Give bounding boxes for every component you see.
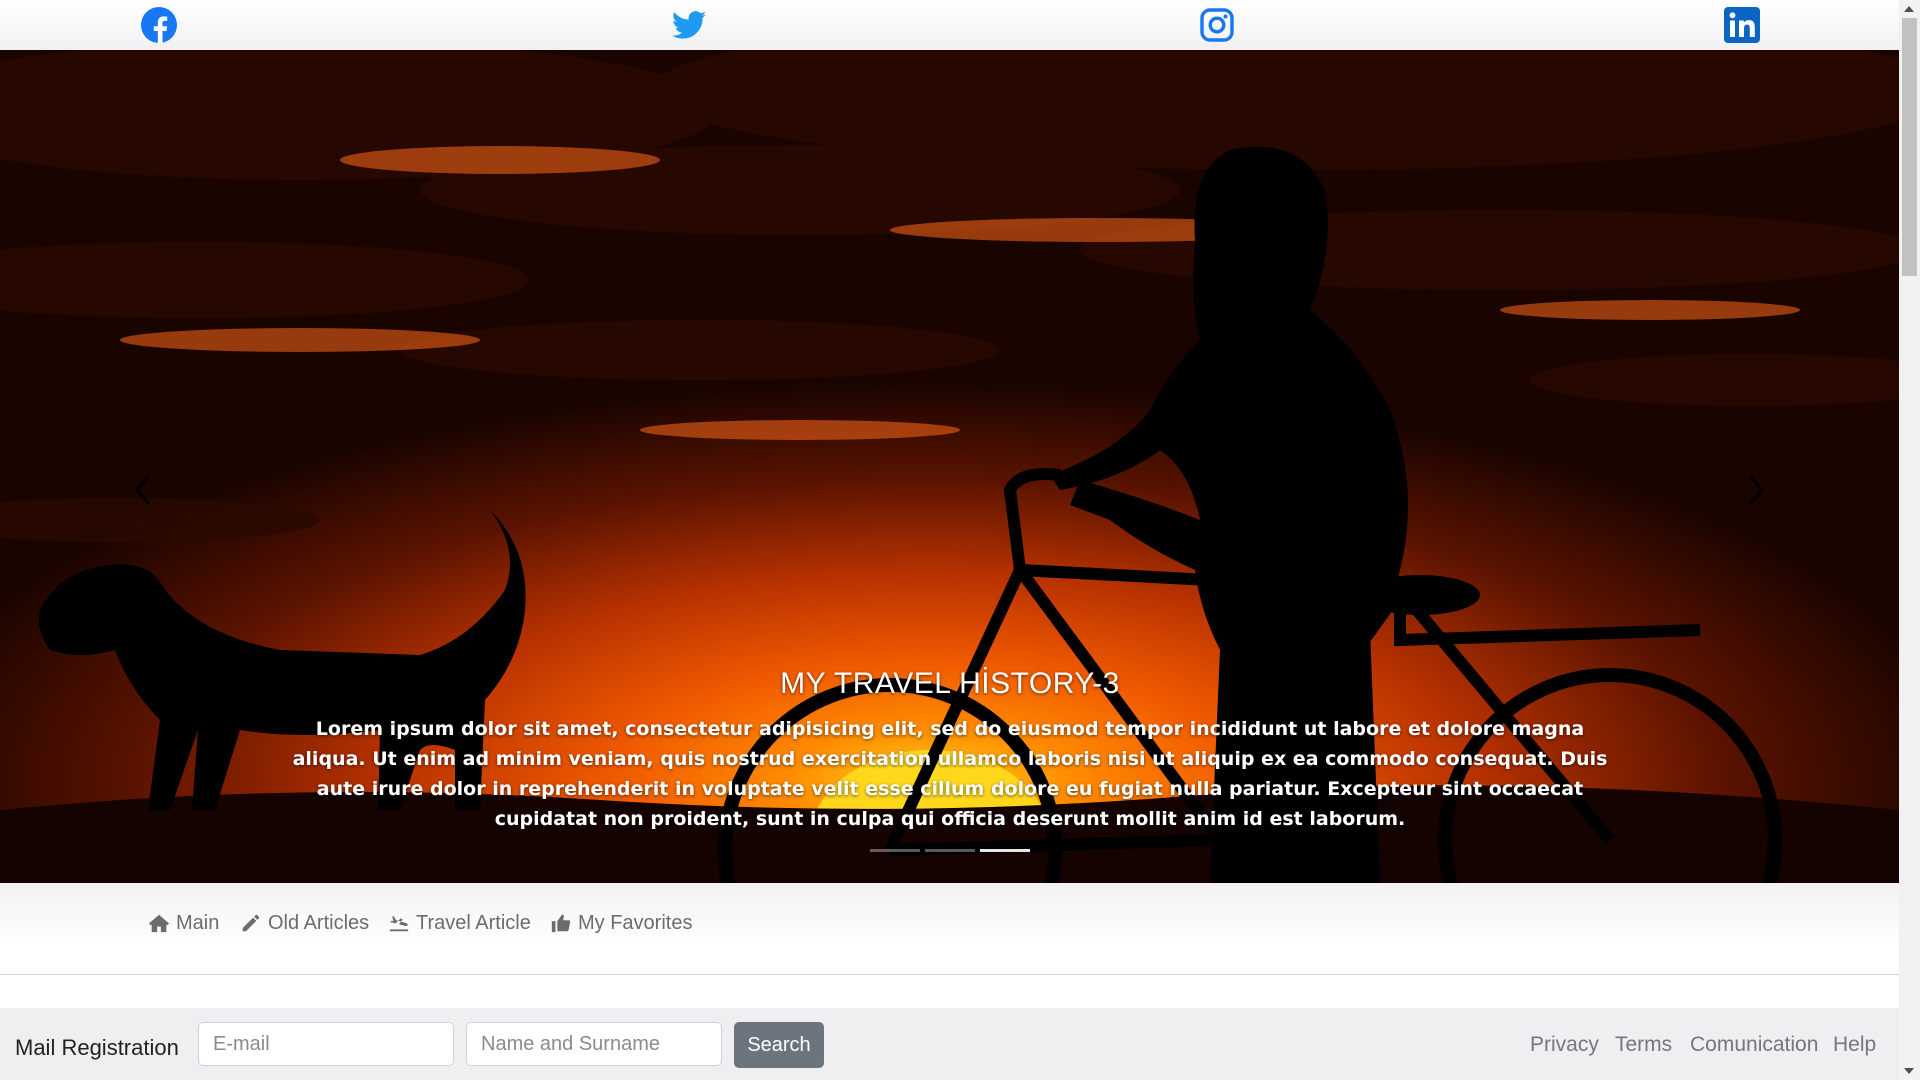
chevron-left-icon	[135, 475, 151, 505]
nav-item-label: Main	[176, 911, 220, 934]
footer: Mail Registration Search Privacy Terms C…	[0, 1008, 1899, 1080]
scroll-down-icon[interactable]	[1904, 1068, 1914, 1074]
carousel-prev-button[interactable]	[123, 460, 163, 520]
home-icon	[148, 914, 170, 933]
instagram-icon[interactable]	[1199, 7, 1235, 43]
search-button[interactable]: Search	[734, 1022, 824, 1068]
footer-link-terms[interactable]: Terms	[1615, 1033, 1672, 1057]
chevron-right-icon	[1748, 475, 1764, 505]
email-field[interactable]	[198, 1022, 454, 1066]
footer-link-comunication[interactable]: Comunication	[1690, 1033, 1818, 1057]
scroll-up-icon[interactable]	[1904, 6, 1914, 12]
nav-item-main[interactable]: Main	[148, 907, 219, 939]
nav-item-label: Travel Article	[416, 911, 531, 934]
carousel-indicators	[870, 845, 1030, 855]
social-bar	[0, 0, 1899, 51]
facebook-icon[interactable]	[141, 7, 177, 43]
nav-item-label: My Favorites	[578, 911, 693, 934]
nav-item-label: Old Articles	[268, 911, 370, 934]
name-surname-field[interactable]	[466, 1022, 722, 1066]
mail-registration-label: Mail Registration	[15, 1035, 179, 1060]
nav-item-old-articles[interactable]: Old Articles	[240, 907, 369, 939]
carousel-indicator-1[interactable]	[870, 849, 920, 852]
thumbs-up-icon	[551, 914, 571, 933]
linkedin-icon[interactable]	[1724, 7, 1760, 43]
hero-carousel: MY TRAVEL HİSTORY-3 Lorem ipsum dolor si…	[0, 50, 1899, 883]
footer-link-help[interactable]: Help	[1833, 1033, 1876, 1057]
nav-item-travel-article[interactable]: Travel Article	[388, 907, 531, 939]
main-nav: Main Old Articles Travel Article My Favo…	[0, 883, 1899, 975]
pencil-icon	[242, 914, 260, 932]
carousel-indicator-2[interactable]	[925, 849, 975, 852]
carousel-indicator-3[interactable]	[980, 849, 1030, 852]
scroll-thumb[interactable]	[1902, 18, 1917, 276]
page-scrollbar[interactable]	[1899, 0, 1920, 1080]
nav-item-my-favorites[interactable]: My Favorites	[550, 907, 692, 939]
carousel-next-button[interactable]	[1736, 460, 1776, 520]
carousel-caption-text: Lorem ipsum dolor sit amet, consectetur …	[292, 718, 1608, 830]
plane-icon	[389, 916, 409, 932]
twitter-icon[interactable]	[671, 7, 707, 43]
footer-link-privacy[interactable]: Privacy	[1530, 1033, 1599, 1057]
carousel-caption-title: MY TRAVEL HİSTORY-3	[780, 667, 1120, 700]
